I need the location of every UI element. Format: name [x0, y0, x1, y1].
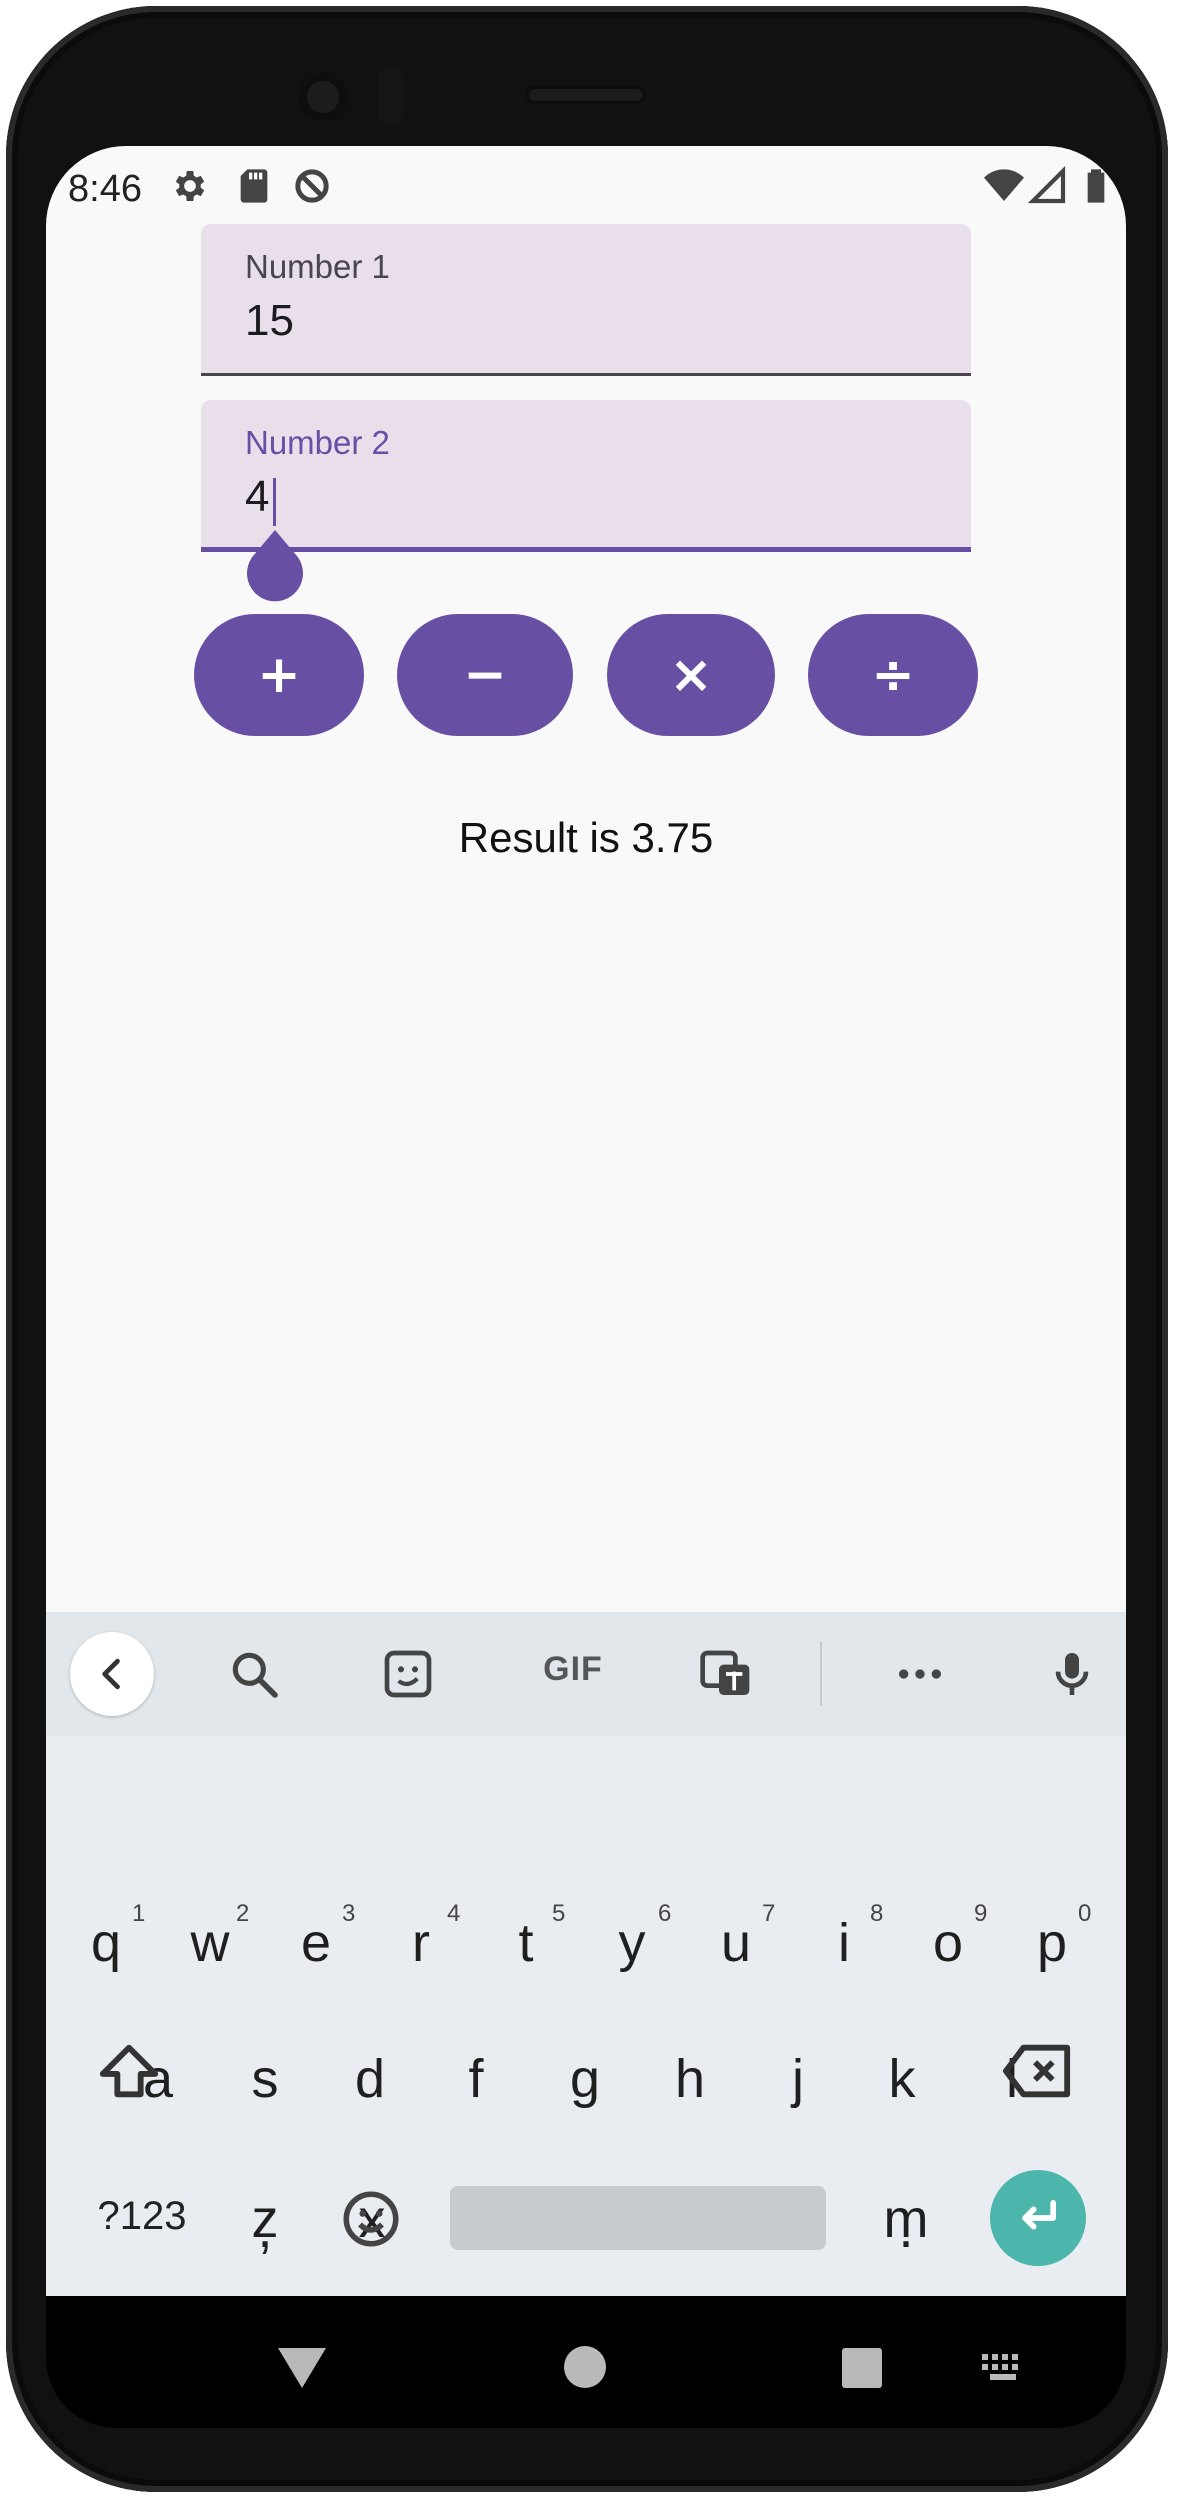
subtract-button[interactable]: − — [397, 614, 573, 736]
text-cursor-handle[interactable] — [245, 528, 305, 604]
backspace-key-icon[interactable] — [1000, 2036, 1076, 2106]
key-hint-9: 9 — [974, 1900, 988, 1927]
number1-label: Number 1 — [245, 248, 390, 285]
search-icon[interactable] — [226, 1646, 282, 1702]
text-cursor — [273, 478, 276, 526]
microphone-icon[interactable] — [1044, 1646, 1100, 1702]
front-camera — [298, 72, 348, 122]
home-nav-icon[interactable] — [564, 2346, 606, 2388]
number1-field[interactable]: Number 1 15 — [201, 224, 971, 376]
spacebar-key[interactable] — [450, 2186, 826, 2250]
number1-underline — [201, 373, 971, 376]
key-j[interactable]: j — [758, 2048, 838, 2110]
key-hint-7: 7 — [762, 1900, 776, 1927]
translate-icon[interactable] — [698, 1646, 754, 1702]
wifi-icon — [984, 169, 1024, 201]
status-time: 8:46 — [68, 168, 142, 210]
key-f[interactable]: f — [436, 2048, 516, 2110]
key-hint-8: 8 — [870, 1900, 884, 1927]
sticker-icon[interactable] — [380, 1646, 436, 1702]
toolbar-divider — [820, 1642, 822, 1706]
toolbar-back-button[interactable] — [70, 1632, 154, 1716]
battery-icon — [1087, 169, 1105, 203]
number2-label: Number 2 — [245, 424, 390, 461]
emoji-icon[interactable] — [338, 2186, 404, 2252]
key-hint-2: 2 — [236, 1900, 250, 1927]
recents-nav-icon[interactable] — [842, 2348, 882, 2388]
number2-field[interactable]: Number 2 4 — [201, 400, 971, 552]
settings-icon — [175, 171, 205, 201]
cellular-signal-icon — [1028, 166, 1066, 204]
keyboard-switch-icon[interactable] — [980, 2352, 1026, 2386]
screen: 8:46 Number 1 15 Number 2 4 + − × ÷ Resu… — [46, 146, 1126, 2296]
number1-value: 15 — [245, 296, 294, 345]
key-g[interactable]: g — [545, 2048, 625, 2110]
key-hint-5: 5 — [552, 1900, 566, 1927]
key-k[interactable]: k — [862, 2048, 942, 2110]
comma-key[interactable]: , — [225, 2198, 305, 2260]
enter-arrow-icon — [1022, 2200, 1056, 2230]
shift-key-icon[interactable] — [94, 2036, 164, 2106]
period-key[interactable]: . — [866, 2198, 946, 2260]
key-h[interactable]: h — [650, 2048, 730, 2110]
gif-button[interactable]: GIF — [528, 1650, 618, 1689]
number2-value: 4 — [245, 472, 270, 521]
enter-key[interactable] — [990, 2170, 1086, 2266]
earpiece-speaker — [526, 86, 646, 104]
multiply-button[interactable]: × — [607, 614, 775, 736]
data-saver-icon — [295, 169, 329, 203]
key-d[interactable]: d — [330, 2048, 410, 2110]
key-hint-0: 0 — [1078, 1900, 1092, 1927]
key-hint-3: 3 — [342, 1900, 356, 1927]
back-nav-icon[interactable] — [278, 2348, 326, 2388]
key-hint-4: 4 — [447, 1900, 461, 1927]
result-text: Result is 3.75 — [458, 814, 714, 861]
more-options-icon[interactable] — [892, 1646, 948, 1702]
proximity-sensor — [378, 66, 404, 126]
add-button[interactable]: + — [194, 614, 364, 736]
divide-button[interactable]: ÷ — [808, 614, 978, 736]
key-s[interactable]: s — [225, 2048, 305, 2110]
chevron-left-icon — [102, 1658, 120, 1690]
number2-underline — [201, 547, 971, 552]
sd-card-icon — [240, 169, 268, 203]
navigation-bar — [46, 2296, 1126, 2428]
key-hint-1: 1 — [132, 1900, 146, 1927]
key-hint-6: 6 — [658, 1900, 672, 1927]
symbols-key[interactable]: ?123 — [82, 2194, 202, 2239]
